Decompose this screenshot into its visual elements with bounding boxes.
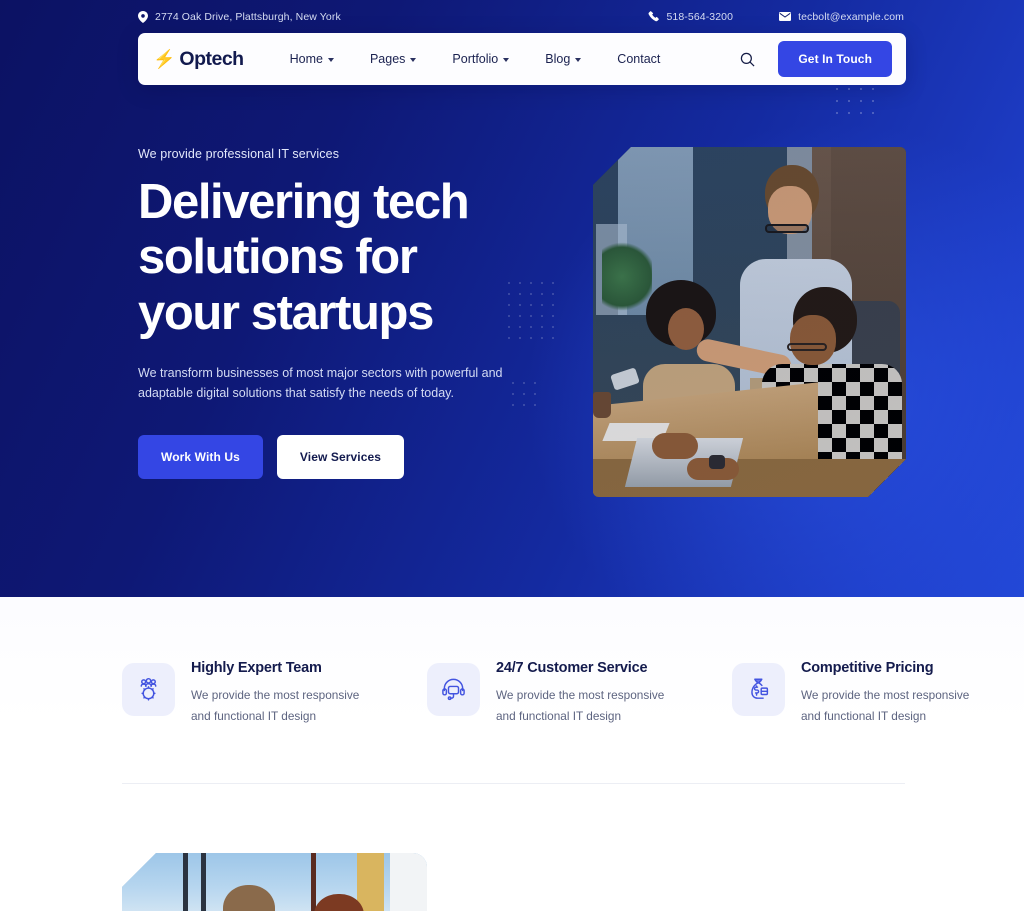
- feature-text: We provide the most responsive and funct…: [496, 688, 665, 723]
- chevron-down-icon: [575, 58, 582, 62]
- section-divider: [122, 783, 905, 784]
- main-navigation-bar: ⚡ Optech Home Pages Portfolio Blog Conta…: [138, 33, 906, 85]
- headline-line-3: your startups: [138, 285, 434, 340]
- headset-support-icon: [427, 663, 480, 716]
- feature-card-expert-team: Highly Expert Team We provide the most r…: [122, 660, 427, 727]
- nav-item-pages[interactable]: Pages: [352, 52, 434, 66]
- feature-title: Competitive Pricing: [801, 660, 934, 676]
- hero-button-group: Work With Us View Services: [138, 434, 568, 479]
- feature-card-customer-service: 24/7 Customer Service We provide the mos…: [427, 660, 732, 727]
- phone-icon: [648, 11, 660, 22]
- view-services-button[interactable]: View Services: [276, 434, 405, 479]
- next-section-preview-image: [122, 853, 427, 911]
- nav-item-label: Portfolio: [452, 52, 499, 66]
- logo-text: Optech: [179, 47, 244, 70]
- lightning-bolt-icon: ⚡: [153, 48, 176, 69]
- feature-card-competitive-pricing: Competitive Pricing We provide the most …: [732, 660, 1024, 727]
- chevron-down-icon: [410, 58, 417, 62]
- work-with-us-button[interactable]: Work With Us: [138, 434, 263, 479]
- email-block[interactable]: tecbolt@example.com: [779, 11, 904, 23]
- page-title: Delivering tech solutions for your start…: [138, 175, 568, 341]
- hero-paragraph: We transform businesses of most major se…: [138, 366, 503, 401]
- headline-line-1: Delivering tech: [138, 175, 470, 229]
- site-logo[interactable]: ⚡ Optech: [153, 48, 244, 71]
- chevron-down-icon: [503, 58, 510, 62]
- nav-item-contact[interactable]: Contact: [599, 52, 678, 66]
- nav-item-portfolio[interactable]: Portfolio: [434, 52, 527, 66]
- feature-text: We provide the most responsive and funct…: [801, 688, 970, 723]
- feature-title: 24/7 Customer Service: [496, 660, 648, 676]
- email-text: tecbolt@example.com: [798, 10, 904, 23]
- chevron-down-icon: [327, 58, 334, 62]
- hero-text-column: We provide professional IT services Deli…: [138, 147, 568, 497]
- address-block: 2774 Oak Drive, Plattsburgh, New York: [138, 10, 341, 23]
- nav-item-label: Blog: [545, 52, 571, 66]
- team-gear-icon: [122, 663, 175, 716]
- hero-eyebrow: We provide professional IT services: [138, 147, 340, 161]
- nav-menu: Home Pages Portfolio Blog Contact: [272, 52, 679, 66]
- nav-item-home[interactable]: Home: [272, 52, 352, 66]
- phone-text: 518-564-3200: [666, 10, 734, 23]
- phone-block[interactable]: 518-564-3200: [648, 11, 733, 23]
- money-bag-icon: [732, 663, 785, 716]
- map-pin-icon: [138, 10, 148, 23]
- get-in-touch-button[interactable]: Get In Touch: [778, 41, 892, 77]
- nav-item-label: Contact: [617, 52, 661, 66]
- address-text: 2774 Oak Drive, Plattsburgh, New York: [155, 10, 341, 23]
- envelope-icon: [779, 12, 792, 21]
- top-utility-bar: 2774 Oak Drive, Plattsburgh, New York 51…: [0, 0, 1024, 33]
- nav-item-label: Home: [289, 52, 323, 66]
- nav-item-label: Pages: [369, 52, 406, 66]
- hero-image-column: [593, 147, 906, 497]
- hero-section: 2774 Oak Drive, Plattsburgh, New York 51…: [0, 0, 1024, 597]
- nav-item-blog[interactable]: Blog: [527, 52, 599, 66]
- feature-text: We provide the most responsive and funct…: [191, 688, 360, 723]
- feature-title: Highly Expert Team: [191, 660, 322, 676]
- search-icon[interactable]: [736, 48, 758, 70]
- hero-team-photo: [593, 147, 906, 497]
- headline-line-2: solutions for: [138, 230, 418, 285]
